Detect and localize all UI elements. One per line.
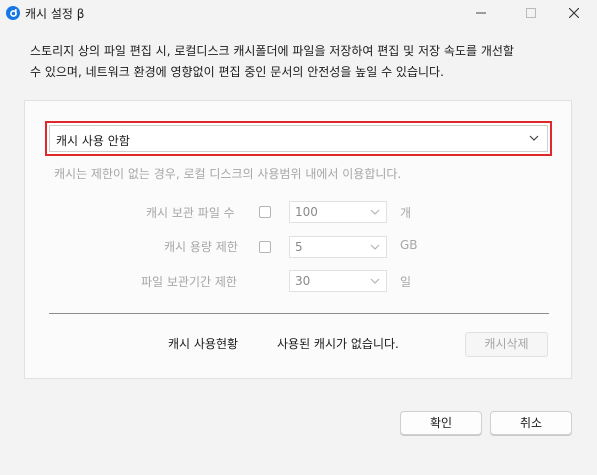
retention-label: 파일 보관기간 제한 [141, 275, 237, 289]
description-line-2: 수 있으며, 네트워크 환경에 영향없이 편집 중인 문서의 안전성을 높일 수… [30, 65, 444, 79]
chevron-down-icon [370, 278, 380, 284]
chevron-down-icon [529, 135, 539, 141]
description-line-1: 스토리지 상의 파일 편집 시, 로컬디스크 캐시폴더에 파일을 저장하여 편집… [30, 44, 514, 58]
title-bar: 캐시 설정 β [0, 0, 597, 26]
window-title: 캐시 설정 β [25, 7, 85, 21]
cache-mode-select[interactable]: 캐시 사용 안함 [45, 121, 552, 156]
retention-dropdown[interactable]: 30 [289, 270, 387, 292]
retention-value: 30 [295, 274, 311, 288]
app-logo-icon [6, 6, 20, 20]
clear-cache-button[interactable]: 캐시삭제 [465, 332, 548, 357]
file-count-dropdown[interactable]: 100 [289, 201, 387, 223]
cache-mode-selected-value: 캐시 사용 안함 [56, 134, 130, 148]
maximize-button[interactable] [508, 0, 554, 26]
cancel-button[interactable]: 취소 [490, 411, 572, 435]
maximize-icon [526, 8, 536, 18]
file-count-value: 100 [295, 205, 318, 219]
cache-mode-select-inner: 캐시 사용 안함 [49, 125, 548, 152]
close-button[interactable] [551, 0, 597, 26]
capacity-label: 캐시 용량 제한 [164, 240, 238, 254]
file-count-label: 캐시 보관 파일 수 [146, 206, 235, 220]
file-count-checkbox[interactable] [259, 206, 271, 218]
retention-unit: 일 [400, 275, 412, 289]
description: 스토리지 상의 파일 편집 시, 로컬디스크 캐시폴더에 파일을 저장하여 편집… [30, 41, 570, 83]
capacity-unit: GB [400, 238, 418, 252]
capacity-value: 5 [295, 240, 303, 254]
cache-note: 캐시는 제한이 없는 경우, 로컬 디스크의 사용범위 내에서 이용합니다. [54, 167, 402, 181]
chevron-down-icon [370, 244, 380, 250]
panel-divider [49, 313, 549, 314]
close-icon [569, 8, 579, 18]
minimize-icon [476, 12, 486, 14]
file-count-unit: 개 [400, 206, 412, 220]
capacity-checkbox[interactable] [259, 241, 271, 253]
ok-button[interactable]: 확인 [400, 411, 482, 435]
capacity-dropdown[interactable]: 5 [289, 236, 387, 258]
minimize-button[interactable] [458, 0, 504, 26]
cache-usage-label: 캐시 사용현황 [168, 337, 239, 351]
chevron-down-icon [370, 209, 380, 215]
cache-usage-value: 사용된 캐시가 없습니다. [277, 337, 399, 351]
